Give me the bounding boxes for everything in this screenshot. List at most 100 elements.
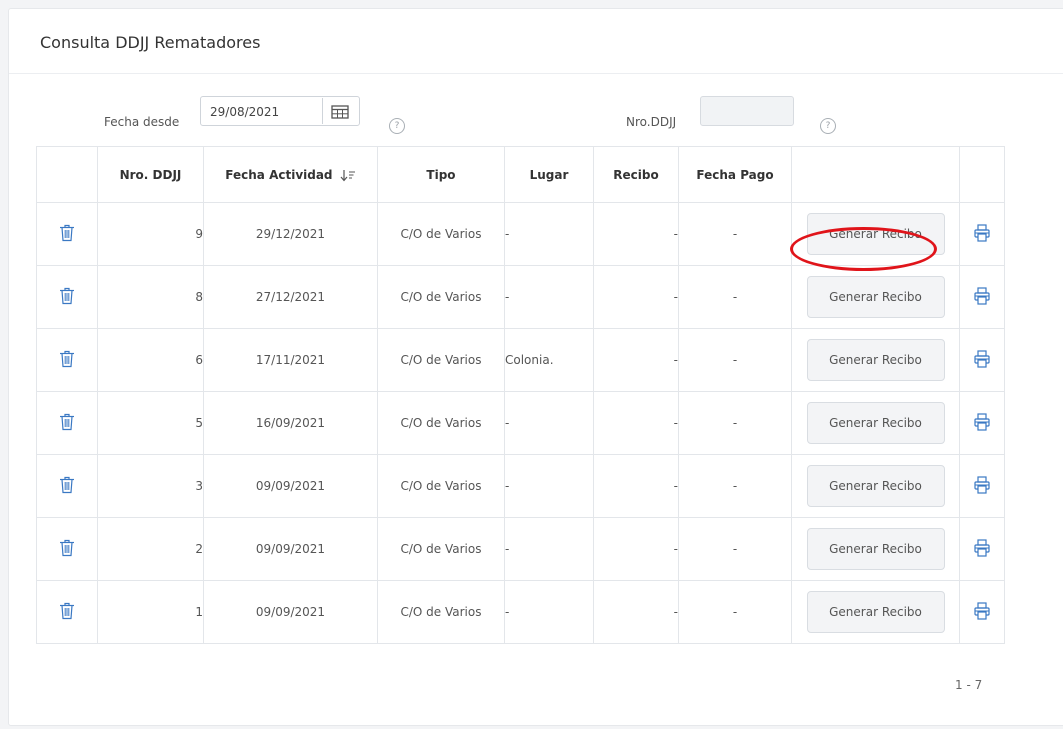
fecha-pago-cell: -	[678, 391, 792, 455]
recibo-cell: -	[593, 454, 679, 518]
lugar-cell: -	[504, 265, 594, 329]
lugar-cell: Colonia.	[504, 328, 594, 392]
printer-icon[interactable]	[974, 475, 990, 494]
action-cell: Generar Recibo	[791, 454, 960, 518]
generar-recibo-button[interactable]: Generar Recibo	[806, 276, 945, 318]
table-row: 5 16/09/2021 C/O de Varios - - - Generar…	[36, 391, 1005, 455]
ddjj-table: Nro. DDJJ Fecha Actividad Tipo Lugar Rec…	[36, 146, 1005, 644]
generar-recibo-button[interactable]: Generar Recibo	[806, 402, 945, 444]
nro-ddjj-cell: 3	[97, 454, 204, 518]
print-cell	[959, 328, 1005, 392]
recibo-cell: -	[593, 265, 679, 329]
delete-cell	[36, 580, 98, 644]
table-row: 6 17/11/2021 C/O de Varios Colonia. - - …	[36, 328, 1005, 392]
calendar-icon[interactable]	[329, 103, 351, 121]
generar-recibo-button[interactable]: Generar Recibo	[806, 528, 945, 570]
printer-icon[interactable]	[974, 223, 990, 242]
fecha-desde-value: 29/08/2021	[210, 105, 280, 119]
action-cell: Generar Recibo	[791, 328, 960, 392]
page-title: Consulta DDJJ Rematadores	[40, 33, 261, 52]
trash-icon[interactable]	[59, 224, 75, 242]
fecha-actividad-cell: 09/09/2021	[203, 580, 378, 644]
generar-recibo-button[interactable]: Generar Recibo	[806, 213, 945, 255]
print-cell	[959, 391, 1005, 455]
col-header-nro-ddjj[interactable]: Nro. DDJJ	[97, 146, 204, 203]
tipo-cell: C/O de Varios	[377, 328, 505, 392]
recibo-cell: -	[593, 202, 679, 266]
recibo-cell: -	[593, 580, 679, 644]
col-header-fecha-actividad[interactable]: Fecha Actividad	[203, 146, 378, 203]
fecha-actividad-cell: 09/09/2021	[203, 454, 378, 518]
nro-ddjj-cell: 9	[97, 202, 204, 266]
tipo-cell: C/O de Varios	[377, 202, 505, 266]
action-cell: Generar Recibo	[791, 202, 960, 266]
printer-icon[interactable]	[974, 538, 990, 557]
delete-cell	[36, 328, 98, 392]
table-header-row: Nro. DDJJ Fecha Actividad Tipo Lugar Rec…	[36, 146, 1005, 203]
tipo-cell: C/O de Varios	[377, 391, 505, 455]
delete-cell	[36, 517, 98, 581]
nro-ddjj-help-icon[interactable]: ?	[820, 118, 836, 134]
col-header-actions	[36, 146, 98, 203]
generar-recibo-button[interactable]: Generar Recibo	[806, 591, 945, 633]
sort-desc-icon[interactable]	[340, 169, 356, 182]
printer-icon[interactable]	[974, 412, 990, 431]
trash-icon[interactable]	[59, 413, 75, 431]
table-row: 3 09/09/2021 C/O de Varios - - - Generar…	[36, 454, 1005, 518]
lugar-cell: -	[504, 391, 594, 455]
recibo-cell: -	[593, 517, 679, 581]
tipo-cell: C/O de Varios	[377, 580, 505, 644]
print-cell	[959, 517, 1005, 581]
fecha-help-icon[interactable]: ?	[389, 118, 405, 134]
nro-ddjj-cell: 5	[97, 391, 204, 455]
action-cell: Generar Recibo	[791, 265, 960, 329]
fecha-pago-cell: -	[678, 328, 792, 392]
title-divider	[9, 73, 1063, 74]
table-row: 1 09/09/2021 C/O de Varios - - - Generar…	[36, 580, 1005, 644]
trash-icon[interactable]	[59, 476, 75, 494]
nro-ddjj-label: Nro.DDJJ	[626, 115, 677, 129]
printer-icon[interactable]	[974, 349, 990, 368]
fecha-pago-cell: -	[678, 265, 792, 329]
lugar-cell: -	[504, 202, 594, 266]
fecha-actividad-cell: 29/12/2021	[203, 202, 378, 266]
lugar-cell: -	[504, 517, 594, 581]
recibo-cell: -	[593, 328, 679, 392]
delete-cell	[36, 454, 98, 518]
tipo-cell: C/O de Varios	[377, 454, 505, 518]
print-cell	[959, 265, 1005, 329]
input-separator	[322, 98, 323, 124]
col-header-action	[791, 146, 960, 203]
fecha-pago-cell: -	[678, 202, 792, 266]
trash-icon[interactable]	[59, 350, 75, 368]
print-cell	[959, 580, 1005, 644]
nro-ddjj-cell: 8	[97, 265, 204, 329]
fecha-actividad-cell: 16/09/2021	[203, 391, 378, 455]
generar-recibo-button[interactable]: Generar Recibo	[806, 465, 945, 507]
fecha-actividad-cell: 09/09/2021	[203, 517, 378, 581]
action-cell: Generar Recibo	[791, 391, 960, 455]
nro-ddjj-cell: 1	[97, 580, 204, 644]
nro-ddjj-input[interactable]	[700, 96, 794, 126]
table-row: 8 27/12/2021 C/O de Varios - - - Generar…	[36, 265, 1005, 329]
action-cell: Generar Recibo	[791, 580, 960, 644]
action-cell: Generar Recibo	[791, 517, 960, 581]
generar-recibo-button[interactable]: Generar Recibo	[806, 339, 945, 381]
fecha-actividad-cell: 27/12/2021	[203, 265, 378, 329]
trash-icon[interactable]	[59, 287, 75, 305]
col-header-fecha-actividad-label: Fecha Actividad	[225, 167, 333, 182]
delete-cell	[36, 265, 98, 329]
fecha-desde-input[interactable]: 29/08/2021	[200, 96, 360, 126]
nro-ddjj-cell: 2	[97, 517, 204, 581]
trash-icon[interactable]	[59, 539, 75, 557]
trash-icon[interactable]	[59, 602, 75, 620]
tipo-cell: C/O de Varios	[377, 517, 505, 581]
printer-icon[interactable]	[974, 601, 990, 620]
fecha-actividad-cell: 17/11/2021	[203, 328, 378, 392]
print-cell	[959, 454, 1005, 518]
col-header-lugar: Lugar	[504, 146, 594, 203]
tipo-cell: C/O de Varios	[377, 265, 505, 329]
col-header-tipo[interactable]: Tipo	[377, 146, 505, 203]
printer-icon[interactable]	[974, 286, 990, 305]
recibo-cell: -	[593, 391, 679, 455]
